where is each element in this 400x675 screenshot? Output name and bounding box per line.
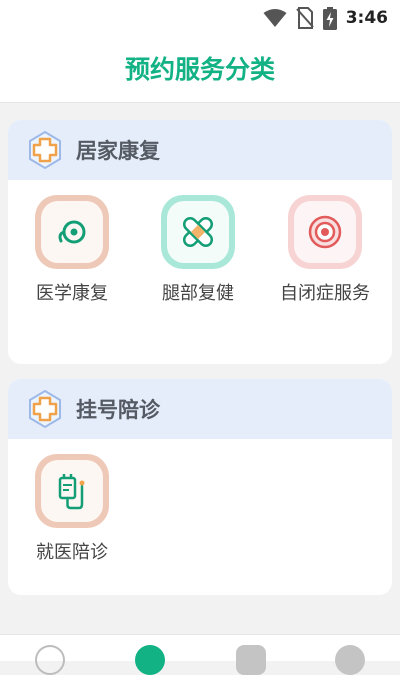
- service-label: 就医陪诊: [36, 542, 108, 563]
- status-time: 3:46: [345, 8, 388, 28]
- service-icon-tile: [288, 195, 362, 269]
- nav-home-icon[interactable]: [35, 645, 65, 675]
- service-leg-rehab[interactable]: 腿部复健: [143, 195, 253, 307]
- service-icon-tile: [35, 195, 109, 269]
- no-sim-icon: [295, 7, 314, 29]
- medical-cross-icon: [29, 130, 61, 170]
- status-icons: 3:46: [263, 6, 388, 30]
- nav-appointment-icon[interactable]: [135, 645, 165, 675]
- nav-orders-icon[interactable]: [236, 645, 266, 675]
- section-card-registration: 挂号陪诊 就医陪诊: [8, 379, 392, 595]
- battery-icon: [322, 6, 337, 30]
- service-medical-rehab[interactable]: 医学康复: [17, 195, 127, 307]
- section-title: 居家康复: [76, 139, 160, 163]
- iv-drip-icon: [58, 474, 85, 510]
- service-icon-tile: [35, 454, 109, 528]
- service-icon-tile: [161, 195, 235, 269]
- section-header: 居家康复: [8, 120, 392, 180]
- service-label: 腿部复健: [162, 283, 234, 304]
- service-label: 自闭症服务: [280, 283, 370, 304]
- status-bar: 3:46: [0, 0, 400, 36]
- nav-profile-icon[interactable]: [335, 645, 365, 675]
- rehab-icon: [58, 220, 86, 244]
- wifi-icon: [263, 9, 287, 27]
- service-autism[interactable]: 自闭症服务: [270, 195, 380, 307]
- app-header: 预约服务分类: [0, 36, 400, 103]
- medical-cross-icon: [29, 389, 61, 429]
- section-title: 挂号陪诊: [76, 398, 160, 422]
- target-icon: [308, 215, 342, 249]
- bottom-nav: [0, 634, 400, 675]
- section-card-home-rehab: 居家康复 医学康复 腿部复健 自闭症服务: [8, 120, 392, 364]
- bandage-icon: [182, 216, 214, 248]
- service-label: 医学康复: [36, 283, 108, 304]
- page-title: 预约服务分类: [124, 55, 275, 84]
- service-escort[interactable]: 就医陪诊: [17, 454, 127, 566]
- section-header: 挂号陪诊: [8, 379, 392, 439]
